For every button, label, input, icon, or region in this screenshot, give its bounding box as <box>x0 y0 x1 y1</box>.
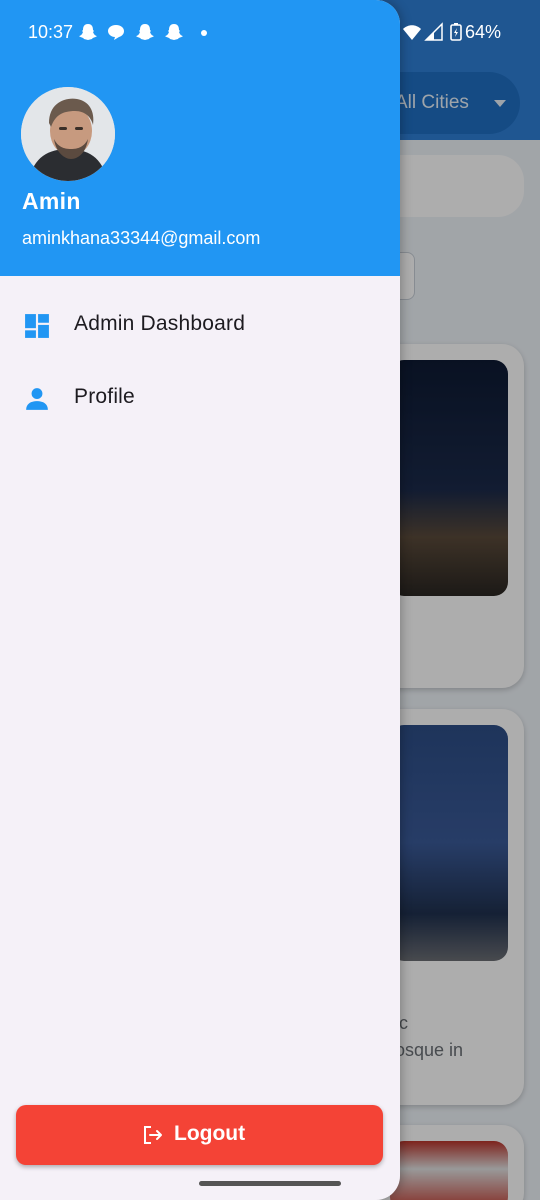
battery-icon <box>450 23 462 41</box>
navigation-drawer: Amin aminkhana33344@gmail.com Admin Dash… <box>0 0 400 1200</box>
menu-item-admin-dashboard[interactable]: Admin Dashboard <box>0 289 400 361</box>
signal-icon <box>424 22 443 41</box>
dot-icon <box>201 30 207 36</box>
dashboard-icon <box>25 314 49 338</box>
logout-button[interactable]: Logout <box>16 1105 383 1165</box>
logout-icon <box>144 1126 162 1144</box>
logout-label: Logout <box>174 1122 246 1145</box>
menu-item-profile[interactable]: Profile <box>0 362 400 434</box>
gesture-navigation-bar[interactable] <box>199 1181 341 1186</box>
battery-percentage: 64% <box>465 22 502 42</box>
menu-item-label: Admin Dashboard <box>74 312 246 335</box>
user-email: aminkhana33344@gmail.com <box>22 228 261 248</box>
status-bar: 10:37 64% <box>0 0 540 64</box>
avatar-photo-icon <box>21 87 115 181</box>
menu-item-label: Profile <box>74 385 135 408</box>
status-time: 10:37 <box>28 22 74 42</box>
user-name: Amin <box>22 188 81 214</box>
chat-bubble-icon <box>108 25 124 40</box>
snapchat-icon <box>165 24 183 40</box>
snapchat-icon <box>79 24 97 40</box>
person-icon <box>26 388 48 410</box>
snapchat-icon <box>136 24 154 40</box>
avatar <box>21 87 115 181</box>
wifi-icon <box>403 25 421 40</box>
